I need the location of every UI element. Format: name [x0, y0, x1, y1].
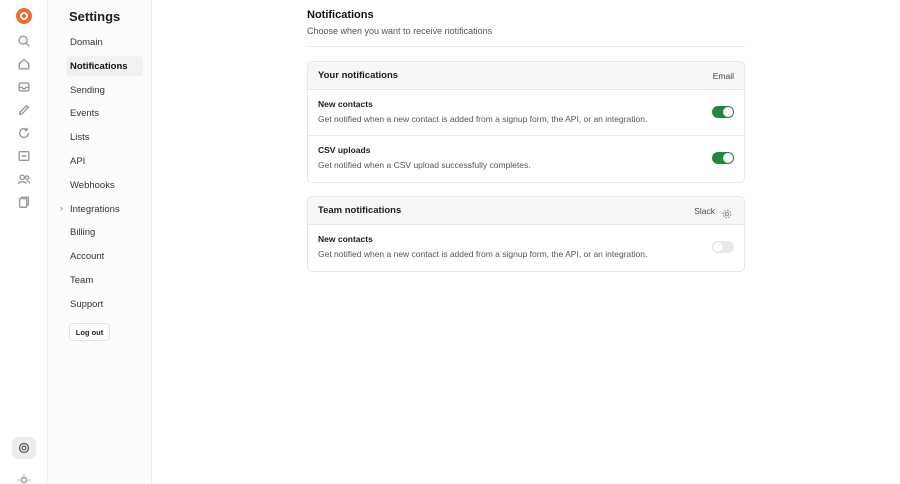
- sidebar-item-support[interactable]: Support: [66, 294, 143, 314]
- notification-title: New contacts: [318, 234, 373, 244]
- sidebar-item-sending[interactable]: Sending: [66, 80, 143, 100]
- notification-description: Get notified when a new contact is added…: [318, 114, 648, 124]
- sidebar-item-webhooks[interactable]: Webhooks: [66, 175, 143, 195]
- channel-label: Email: [712, 71, 734, 81]
- toggle-knob: [723, 153, 733, 163]
- search-icon[interactable]: [16, 33, 32, 49]
- card-header: Your notifications Email: [308, 62, 744, 90]
- toggle-knob: [723, 107, 733, 117]
- page-title: Notifications: [307, 9, 374, 21]
- sidebar-item-account[interactable]: Account: [66, 246, 143, 266]
- sidebar-item-lists[interactable]: Lists: [66, 127, 143, 147]
- help-icon[interactable]: [12, 437, 36, 459]
- new-contacts-slack-toggle[interactable]: [712, 241, 734, 253]
- card-title: Your notifications: [318, 70, 399, 81]
- sidebar-title: Settings: [69, 9, 121, 24]
- card-header: Team notifications Slack: [308, 197, 744, 225]
- notification-row: New contacts Get notified when a new con…: [308, 90, 744, 136]
- notification-row: CSV uploads Get notified when a CSV uplo…: [308, 136, 744, 182]
- contacts-icon[interactable]: [16, 171, 32, 187]
- channel-label: Slack: [694, 206, 715, 216]
- edit-icon[interactable]: [16, 102, 32, 118]
- card-title: Team notifications: [318, 205, 402, 216]
- notification-description: Get notified when a CSV upload successfu…: [318, 160, 531, 170]
- notification-description: Get notified when a new contact is added…: [318, 249, 648, 259]
- csv-uploads-email-toggle[interactable]: [712, 152, 734, 164]
- home-icon[interactable]: [16, 56, 32, 72]
- sidebar-item-billing[interactable]: Billing: [66, 222, 143, 242]
- files-icon[interactable]: [16, 194, 32, 210]
- chevron-right-icon[interactable]: ›: [60, 203, 63, 213]
- sidebar-item-domain[interactable]: Domain: [66, 32, 143, 52]
- divider: [307, 46, 745, 47]
- logo-icon[interactable]: [16, 8, 32, 24]
- icon-rail: [0, 0, 48, 484]
- toggle-knob: [713, 242, 723, 252]
- settings-sidebar: Settings Domain Notifications Sending Ev…: [49, 0, 152, 484]
- gear-icon[interactable]: [722, 206, 732, 219]
- refresh-icon[interactable]: [16, 125, 32, 141]
- template-icon[interactable]: [16, 148, 32, 164]
- theme-icon[interactable]: [16, 472, 32, 484]
- notification-row: New contacts Get notified when a new con…: [308, 225, 744, 271]
- sidebar-item-team[interactable]: Team: [66, 270, 143, 290]
- sidebar-item-notifications[interactable]: Notifications: [66, 56, 143, 76]
- sidebar-item-events[interactable]: Events: [66, 103, 143, 123]
- sidebar-item-api[interactable]: API: [66, 151, 143, 171]
- sidebar-item-integrations[interactable]: Integrations: [66, 199, 143, 219]
- new-contacts-email-toggle[interactable]: [712, 106, 734, 118]
- team-notifications-card: Team notifications Slack New contacts Ge…: [307, 196, 745, 272]
- notification-title: CSV uploads: [318, 145, 371, 155]
- your-notifications-card: Your notifications Email New contacts Ge…: [307, 61, 745, 183]
- page-subtitle: Choose when you want to receive notifica…: [307, 26, 493, 36]
- logout-button[interactable]: Log out: [69, 323, 110, 341]
- inbox-icon[interactable]: [16, 79, 32, 95]
- notification-title: New contacts: [318, 99, 373, 109]
